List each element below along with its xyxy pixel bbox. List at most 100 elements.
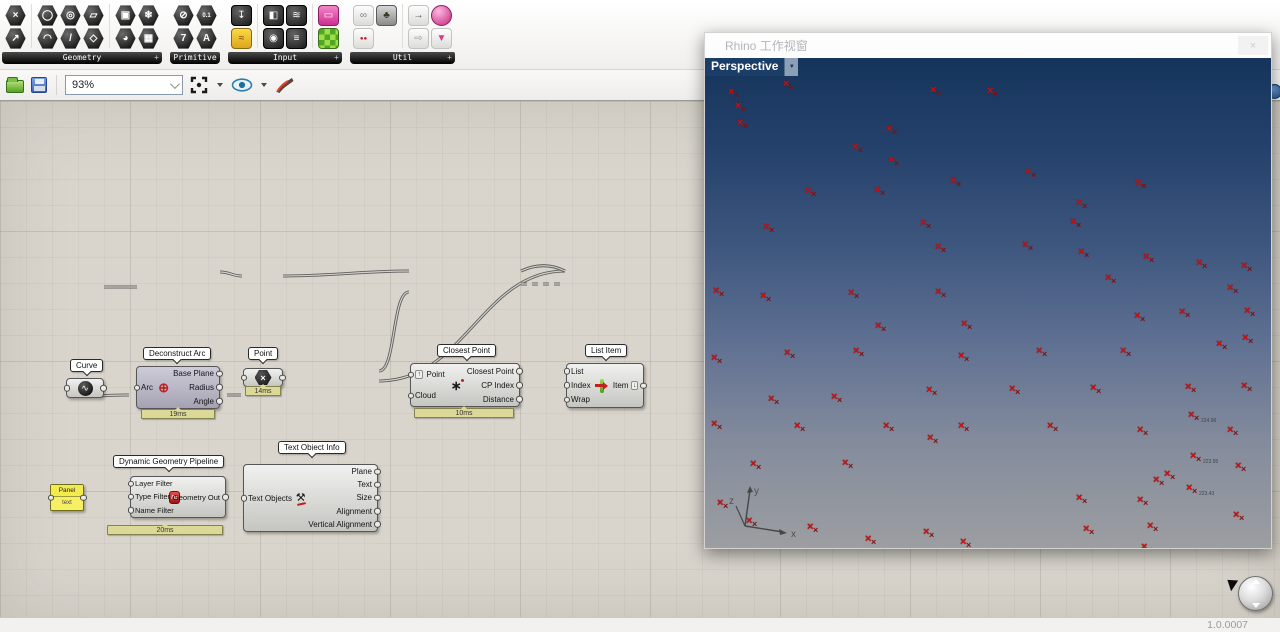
line-icon[interactable]: / (60, 28, 81, 49)
point-marker: ×× (1076, 198, 1090, 212)
arc-icon[interactable]: ◠ (37, 28, 58, 49)
save-file-button[interactable] (30, 76, 48, 94)
data-tree-icon[interactable]: ♣ (376, 5, 397, 26)
port-angle[interactable]: Angle (171, 397, 219, 406)
colour-swatch-icon[interactable] (318, 28, 339, 49)
rectangle-icon[interactable]: ◇ (83, 28, 104, 49)
sphere-icon[interactable]: ◕ (115, 28, 136, 49)
preview-menu-arrow[interactable] (261, 83, 267, 87)
panel-content[interactable]: text (51, 497, 83, 510)
port-index[interactable]: Index (567, 381, 593, 390)
number-icon[interactable]: 0.1 (196, 5, 217, 26)
window-title-bar[interactable]: Rhino 工作视窗 × (705, 33, 1271, 58)
rhino-viewport-window[interactable]: Rhino 工作视窗 × Perspective ▼ ×××××××××××××… (704, 32, 1272, 549)
point-marker: ×× (1242, 333, 1256, 347)
boolean-icon[interactable]: ⊘ (173, 5, 194, 26)
node-curve[interactable]: ∿ (66, 378, 104, 398)
port-cloud[interactable]: Cloud (411, 391, 449, 400)
node-list-item[interactable]: List Index Wrap Item ↓ (566, 363, 644, 408)
point-marker: ×× (1076, 493, 1090, 507)
port-wrap[interactable]: Wrap (567, 395, 593, 404)
node-closest-point[interactable]: ↑ Point Cloud ∗ Closest Point CP Index D… (410, 363, 520, 407)
box-icon[interactable]: ▣ (115, 5, 136, 26)
balloon-list-item: List Item (585, 344, 627, 357)
node-panel[interactable]: Panel text (50, 484, 84, 511)
point-marker: ×× (1227, 283, 1241, 297)
paint-sphere-icon[interactable] (431, 5, 452, 26)
port-name-filter[interactable]: Name Filter (131, 506, 167, 515)
toolbar-group-input: ↧≈◧◉≋≡▭Input+ (228, 3, 342, 64)
knob-icon[interactable]: ◉ (263, 28, 284, 49)
port-base-plane[interactable]: Base Plane (171, 369, 219, 378)
vector-icon[interactable]: ↗ (5, 28, 26, 49)
preview-button[interactable] (230, 77, 254, 93)
canvas-nav-sphere[interactable] (1238, 576, 1273, 611)
curve-icon: ∿ (78, 381, 93, 396)
point-marker: ×× (842, 458, 856, 472)
open-file-button[interactable] (5, 76, 25, 94)
port-vertical-alignment[interactable]: Vertical Alignment (308, 520, 377, 529)
node-text-object-info[interactable]: Text Objects ⚒ Plane Text Size Alignment… (243, 464, 378, 532)
perspective-viewport[interactable]: Perspective ▼ ×× ×× ×× ×× ×× ×× ×× ×× ×× ×× ×× ×× ××… (705, 58, 1271, 548)
viewport-tab-label[interactable]: Perspective (705, 58, 784, 76)
port-arc[interactable]: Arc (137, 383, 156, 392)
point-marker: ×× (711, 353, 725, 367)
point-marker: ×× (1141, 542, 1155, 548)
port-size[interactable]: Size (308, 493, 377, 502)
port-geometry-out[interactable]: Geometry Out (182, 493, 225, 502)
point-marker: ×× (750, 459, 764, 473)
scribble-icon[interactable]: ∞ (353, 5, 374, 26)
port-radius[interactable]: Radius (171, 383, 219, 392)
text-icon[interactable]: A (196, 28, 217, 49)
spiral-icon[interactable]: ◎ (60, 5, 81, 26)
zoom-extents-button[interactable] (188, 74, 210, 96)
mesh-icon[interactable]: ❄ (138, 5, 159, 26)
port-closest-point[interactable]: Closest Point (464, 367, 519, 376)
port-layer-filter[interactable]: Layer Filter (131, 479, 167, 488)
folder-open-icon (6, 80, 24, 93)
node-deconstruct-arc[interactable]: Arc ⊕ Base Plane Radius Angle (136, 366, 220, 409)
draw-style-button[interactable] (274, 75, 296, 95)
trigger-arrow-icon[interactable]: ⇨ (408, 28, 429, 49)
viewport-tab[interactable]: Perspective ▼ (705, 58, 798, 76)
number-slider-icon[interactable]: ↧ (231, 5, 252, 26)
point-marker: ×× (1120, 346, 1134, 360)
panel-icon[interactable]: ▭ (318, 5, 339, 26)
port-plane[interactable]: Plane (308, 467, 377, 476)
circle-icon[interactable]: ◯ (37, 5, 58, 26)
profiler-closest-point: 10ms (414, 408, 514, 418)
port-text[interactable]: Text (308, 480, 377, 489)
integer-icon[interactable]: 7 (173, 28, 194, 49)
value-list-icon[interactable]: ≡ (286, 28, 307, 49)
port-alignment[interactable]: Alignment (308, 507, 377, 516)
point-marker: ×× (927, 433, 941, 447)
wire-baseplane-to-point (220, 272, 242, 276)
plane-icon[interactable]: ▱ (83, 5, 104, 26)
md-slider-icon[interactable]: ≋ (286, 5, 307, 26)
surface-icon[interactable]: ▦ (138, 28, 159, 49)
port-type-filter[interactable]: Type Filter (131, 492, 167, 501)
port-distance[interactable]: Distance (464, 395, 519, 404)
port-point-input[interactable]: ↑ Point (411, 370, 449, 379)
port-item[interactable]: Item ↓ (609, 381, 643, 390)
zoom-level-value: 93% (72, 79, 94, 91)
graph-mapper-icon[interactable]: ≈ (231, 28, 252, 49)
port-text-objects[interactable]: Text Objects (244, 494, 294, 503)
relay-arrow-icon[interactable]: → (408, 5, 429, 26)
wire-closestpoint-to-list (521, 266, 565, 271)
point-marker: ××223.43 (1186, 483, 1200, 497)
boolean-toggle-icon[interactable]: ◧ (263, 5, 284, 26)
port-list[interactable]: List (567, 367, 593, 376)
point-marker: ××224.96 (1188, 410, 1202, 424)
viewport-tab-arrow-icon[interactable]: ▼ (784, 58, 798, 76)
zoom-menu-arrow[interactable] (217, 83, 223, 87)
point-marker: ×× (935, 287, 949, 301)
cherry-picker-icon[interactable]: ●● (353, 28, 374, 49)
flask-icon[interactable]: ▼ (431, 28, 452, 49)
node-dynamic-geometry-pipeline[interactable]: Layer Filter Type Filter Name Filter ru … (130, 476, 226, 518)
close-icon[interactable]: × (1238, 36, 1268, 55)
port-cp-index[interactable]: CP Index (464, 381, 519, 390)
point-icon[interactable]: × (5, 5, 26, 26)
point-marker: ×× (874, 185, 888, 199)
zoom-level-select[interactable]: 93% (65, 75, 183, 95)
